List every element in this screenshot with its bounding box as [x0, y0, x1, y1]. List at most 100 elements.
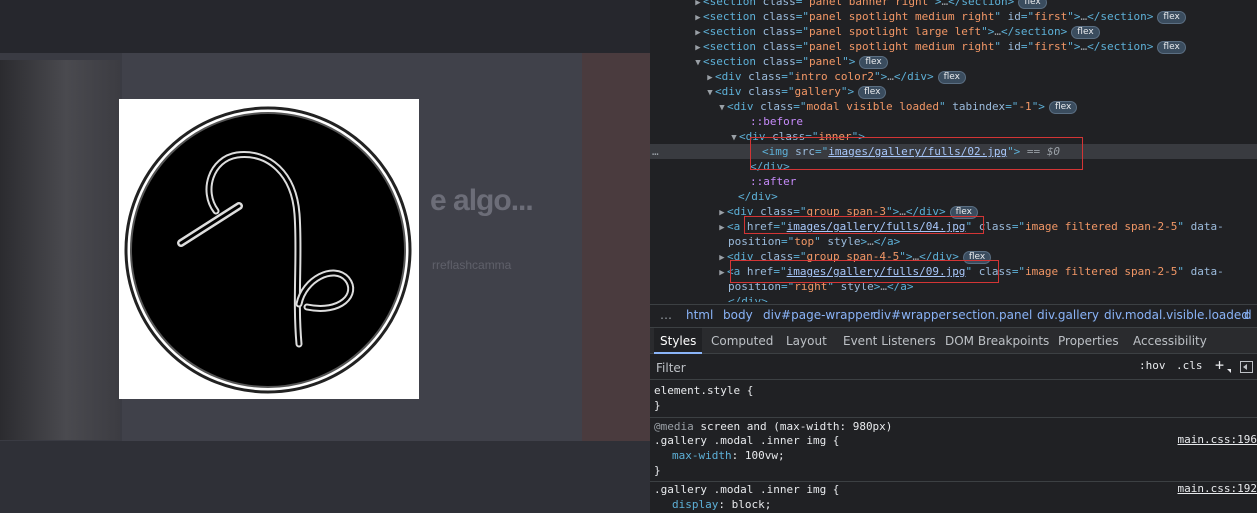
tab-layout[interactable]: Layout — [780, 328, 833, 354]
tab-event-listeners[interactable]: Event Listeners — [837, 328, 942, 354]
markup-token: class — [762, 55, 796, 68]
markup-token: "> — [873, 70, 888, 83]
node-actions-icon[interactable]: … — [652, 144, 659, 159]
rule2-selector[interactable]: .gallery .modal .inner img { — [654, 482, 839, 497]
markup-token: "> — [981, 25, 995, 38]
markup-token: ::before — [750, 115, 803, 128]
rule1-value[interactable]: 100vw; — [745, 449, 785, 462]
markup-token: =" — [1005, 100, 1019, 113]
rule1-source-link[interactable]: main.css:196 — [1178, 433, 1257, 446]
markup-token: <section — [703, 10, 763, 23]
markup-token: class — [760, 100, 794, 113]
cls-toggle[interactable]: .cls — [1176, 359, 1203, 372]
breadcrumb-page-wrapper[interactable]: div#page-wrapper — [763, 308, 875, 322]
dom-node-line[interactable]: ▼ <section class="panel"> flex — [650, 54, 1257, 69]
breadcrumb-more[interactable]: … — [660, 308, 672, 322]
tab-styles[interactable]: Styles — [654, 328, 703, 354]
dom-node-line[interactable]: ▶ <div class="intro color2">…</div> flex — [650, 69, 1257, 84]
new-rule-button[interactable]: + — [1215, 356, 1224, 374]
markup-token: "> — [1067, 40, 1081, 53]
breadcrumb-body[interactable]: body — [723, 308, 753, 322]
media-keyword: @media — [654, 420, 694, 433]
page-side-panel — [582, 53, 650, 441]
tab-dom-breakpoints[interactable]: DOM Breakpoints — [939, 328, 1055, 354]
markup-token: " — [1177, 220, 1191, 233]
markup-token: "> — [842, 55, 856, 68]
markup-token: "> — [1031, 100, 1045, 113]
new-rule-dropdown-icon[interactable] — [1227, 369, 1231, 373]
markup-token: =" — [795, 55, 809, 68]
markup-token: panel — [808, 55, 843, 68]
dom-node-line[interactable]: </div> — [650, 294, 1257, 302]
sidebar-tabs: Styles Computed Layout Event Listeners D… — [650, 327, 1257, 354]
rule2-value[interactable]: block; — [732, 498, 772, 511]
markup-token: =" — [781, 70, 795, 83]
dom-node-line[interactable]: </div> — [650, 189, 1257, 204]
breadcrumb-overflow[interactable]: d — [1244, 308, 1252, 322]
dom-node-line[interactable]: ▼ <div class="modal visible loaded" tabin… — [650, 99, 1257, 114]
markup-token: =" — [795, 40, 809, 53]
gallery-modal-image[interactable] — [119, 99, 419, 399]
markup-token: class — [748, 85, 782, 98]
flex-badge[interactable]: flex — [937, 71, 966, 84]
page-bottom-area — [0, 441, 650, 513]
markup-token: =" — [795, 10, 809, 23]
markup-token: … — [887, 70, 894, 83]
rule2-property[interactable]: display — [672, 498, 718, 511]
markup-token: </section> — [948, 0, 1015, 8]
dom-node-line[interactable]: ▼ <div class="gallery"> flex — [650, 84, 1257, 99]
toggle-sidebar-icon[interactable] — [1240, 361, 1253, 373]
dom-node-line[interactable]: ▶ <section class="panel spotlight large l… — [650, 24, 1257, 39]
markup-token: "> — [840, 85, 855, 98]
markup-token: <div — [715, 70, 749, 83]
hov-toggle[interactable]: :hov — [1139, 359, 1166, 372]
tab-computed[interactable]: Computed — [705, 328, 779, 354]
background-subtext: rreflashcamma — [432, 258, 512, 272]
rule1-property[interactable]: max-width — [672, 449, 732, 462]
element-style-rule[interactable]: element.style { — [654, 383, 753, 398]
breadcrumb-wrapper[interactable]: div#wrapper — [873, 308, 951, 322]
dom-node-line[interactable]: ▶ <section class="panel spotlight medium … — [650, 39, 1257, 54]
markup-token: … — [867, 235, 874, 248]
dom-node-line[interactable]: ▶ <section class="panel spotlight medium … — [650, 9, 1257, 24]
markup-token: </div> — [738, 190, 778, 203]
flex-badge[interactable]: flex — [1157, 41, 1186, 54]
markup-token: image filtered span-2-5 — [1025, 265, 1178, 278]
breadcrumb-gallery[interactable]: div.gallery — [1037, 308, 1099, 322]
breadcrumb-modal[interactable]: div.modal.visible.loaded — [1104, 308, 1249, 322]
dom-node-line[interactable]: ▶ <section class="panel banner right">…</… — [650, 0, 1257, 9]
markup-token: =" — [795, 0, 809, 8]
tab-properties[interactable]: Properties — [1052, 328, 1125, 354]
markup-token: <section — [703, 40, 763, 53]
breadcrumb-section-panel[interactable]: section.panel — [952, 308, 1032, 322]
tab-accessibility[interactable]: Accessibility — [1127, 328, 1213, 354]
flex-badge[interactable]: flex — [1071, 26, 1100, 39]
rule2-source-link[interactable]: main.css:192 — [1178, 482, 1257, 495]
rule1-selector[interactable]: .gallery .modal .inner img { — [654, 433, 839, 448]
markup-token: " — [994, 40, 1008, 53]
dom-node-line[interactable]: ::after — [650, 174, 1257, 189]
markup-token: " — [1177, 265, 1191, 278]
page-top-strip — [0, 0, 650, 53]
dom-node-line[interactable]: position="top" style>…</a> — [650, 234, 1257, 249]
breadcrumb-html[interactable]: html — [686, 308, 713, 322]
markup-token: =" — [793, 100, 807, 113]
logo-circle-image — [124, 106, 412, 394]
rule1-declaration[interactable]: max-width: 100vw; — [672, 448, 785, 463]
markup-token: =" — [1011, 220, 1026, 233]
markup-token: first — [1034, 40, 1068, 53]
breadcrumb: … html body div#page-wrapper div#wrapper… — [650, 304, 1257, 326]
webpage-viewport: e algo... rreflashcamma — [0, 0, 650, 513]
markup-token: " — [938, 100, 953, 113]
flex-badge[interactable]: flex — [1157, 11, 1186, 24]
flex-badge[interactable]: flex — [1048, 101, 1078, 114]
rule2-declaration[interactable]: display: block; — [672, 497, 771, 512]
flex-badge[interactable]: flex — [859, 56, 888, 69]
markup-token: </section> — [1087, 40, 1154, 53]
flex-badge[interactable]: flex — [1018, 0, 1047, 9]
background-portrait-image — [0, 60, 120, 440]
markup-token: =" — [781, 85, 795, 98]
flex-badge[interactable]: flex — [858, 86, 887, 99]
filter-input[interactable] — [656, 359, 1126, 376]
dom-node-line[interactable]: ::before — [650, 114, 1257, 129]
